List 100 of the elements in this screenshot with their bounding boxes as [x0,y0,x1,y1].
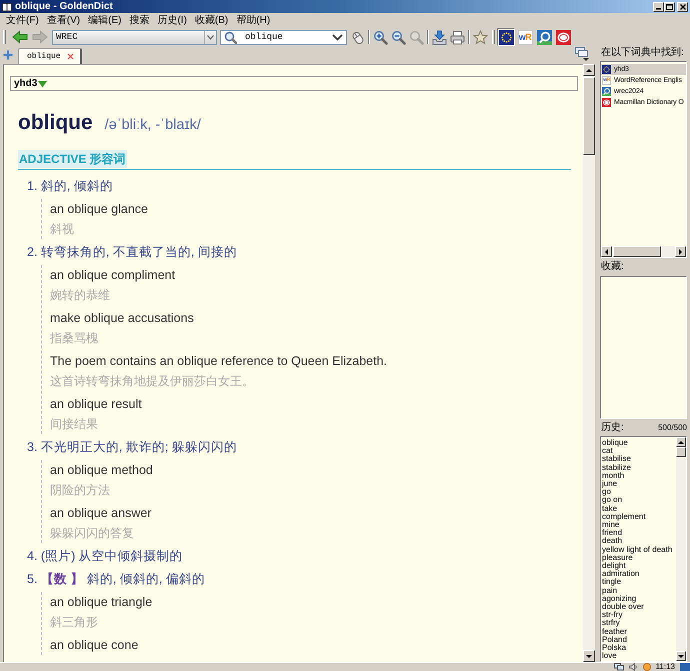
sense-definition: 1. 斜的, 倾斜的 [27,178,114,195]
sense-definition: 4. (照片) 从空中倾斜摄制的 [27,548,184,565]
history-item[interactable]: june [602,480,676,488]
chevron-icon [332,34,343,40]
monitor-icon[interactable] [614,663,624,671]
search-field[interactable]: oblique [220,30,347,44]
back-arrow-icon[interactable] [12,30,28,44]
tray-arrow-icon[interactable] [432,30,447,44]
phonetic-transcription: /əˈbliːk, -ˈblaɪk/ [104,116,201,135]
history-item[interactable]: month [602,472,676,480]
menu-item[interactable]: 收藏(B) [190,13,232,28]
example-translation: 这首诗转弯抹角地提及伊丽莎白女王。 [50,373,255,390]
history-count: 500/500 [658,423,687,432]
menu-item[interactable]: 帮助(H) [232,13,274,28]
dictionary-header[interactable]: yhd3 [10,76,578,91]
example-sentence: an oblique triangle [50,594,154,611]
example-translation: 间接结果 [50,416,99,433]
example-translation: 婉转的恭维 [50,287,111,304]
example-translation: 指桑骂槐 [50,330,99,347]
history-item[interactable]: pleasure [602,554,676,562]
lens-icon [536,30,552,44]
history-item[interactable]: strfry [602,619,676,628]
star-icon[interactable] [473,30,488,44]
example-translation: 斜三角形 [50,614,99,631]
tab[interactable]: oblique [18,48,82,64]
disc-icon[interactable] [642,663,651,671]
sense-definition: 2. 转弯抹角的, 不直截了当的, 间接的 [27,244,238,261]
example-sentence: an oblique cone [50,637,140,654]
example-translation: 阴险的方法 [50,482,111,499]
menu-item[interactable]: 搜索 [125,13,154,28]
oval-badge-icon [602,98,611,107]
history-item[interactable]: love [602,652,676,660]
example-sentence: an oblique answer [50,505,152,522]
history-item[interactable]: stabilise [602,455,676,464]
history-item[interactable]: agonizing [602,594,676,604]
close-icon[interactable] [66,53,74,60]
example-sentence: make oblique accusations [50,310,195,327]
history-item[interactable]: friend [602,529,676,538]
search-icon [224,30,237,44]
history-item[interactable]: yellow light of death [602,546,676,554]
dictionary-group-dropdown[interactable]: WREC [52,30,217,44]
clock-time: 11:13 [656,663,675,671]
example-sentence: an oblique glance [50,201,149,218]
oval-badge-icon [556,30,570,44]
printer-icon[interactable] [450,30,465,44]
history-item[interactable]: take [602,504,676,513]
example-translation: 斜视 [50,221,75,238]
dictionary-toggle[interactable] [554,28,572,46]
sense-definition: 5. 【数 】 斜的, 倾斜的, 偏斜的 [27,571,206,588]
history-item[interactable]: double over [602,603,676,612]
history-item[interactable]: str-fry [602,611,676,620]
lens-icon [602,87,611,96]
history-item[interactable]: mine [602,521,676,530]
part-of-speech: ADJECTIVE 形容词 [18,150,127,168]
caret-icon [207,34,214,40]
horizontal-scrollbar[interactable] [601,246,686,257]
menu-item[interactable]: 历史(I) [153,13,191,28]
example-translation: 躲躲闪闪的答复 [50,525,135,542]
tile-icon[interactable] [680,663,690,671]
tab-list-icon[interactable] [575,47,589,61]
menu-item[interactable]: 编辑(E) [84,13,126,28]
favorites-label: 收藏: [600,260,625,274]
menu-item[interactable]: 查看(V) [42,13,84,28]
minimize-button[interactable] [653,2,664,12]
vertical-scrollbar[interactable] [583,64,595,662]
history-item[interactable]: complement [602,512,676,522]
close-button[interactable] [677,2,688,12]
history-item[interactable]: tingle [602,578,676,587]
history-item[interactable]: go [602,488,676,496]
zoom-in-icon[interactable] [373,30,388,44]
history-item[interactable]: cat [602,447,676,456]
book-icon [2,2,12,12]
dictionary-toggle[interactable] [497,28,515,46]
history-item[interactable]: stabilize [602,464,676,472]
zoom-out-icon[interactable] [391,30,406,44]
history-item[interactable]: feather [602,628,676,636]
window-title: oblique - GoldenDict [15,0,114,13]
history-item[interactable]: delight [602,562,676,570]
example-sentence: an oblique method [50,462,154,479]
found-in-label: 在以下词典中找到: [600,46,685,60]
maximize-icon [666,4,673,10]
history-item[interactable]: admiration [602,570,676,578]
history-item[interactable]: go on [602,496,676,505]
history-item[interactable]: Polska [602,644,676,652]
history-item[interactable]: Poland [602,636,676,644]
history-item[interactable]: oblique [602,439,676,448]
dictionary-toggle[interactable] [535,28,553,46]
speaker-icon[interactable] [628,663,638,671]
mouse-icon[interactable] [351,30,365,44]
vertical-scrollbar[interactable] [676,437,686,661]
history-item[interactable]: pain [602,586,676,595]
headword: oblique [18,110,93,136]
history-item[interactable]: death [602,537,676,546]
flag-icon [602,65,611,74]
example-sentence: The poem contains an oblique reference to Queen Elizabeth. [50,353,388,370]
menu-item[interactable]: 文件(F) [2,13,43,28]
history-label: 历史: [600,420,624,434]
example-sentence: an oblique compliment [50,267,176,284]
maximize-button[interactable] [664,2,675,12]
example-sentence: an oblique result [50,396,143,413]
